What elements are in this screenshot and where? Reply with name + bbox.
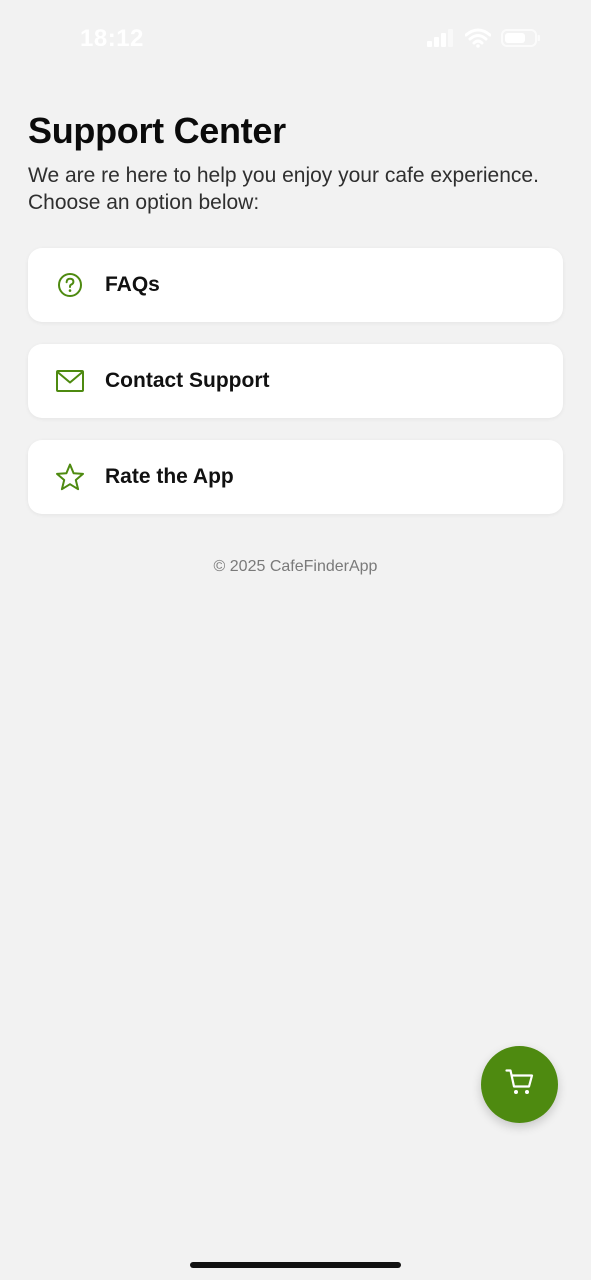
status-bar: 18:12 <box>0 0 591 80</box>
page-title: Support Center <box>28 110 286 151</box>
contact-support-label: Contact Support <box>105 369 270 392</box>
cart-button[interactable] <box>481 1046 558 1123</box>
page-subtitle: We are re here to help you enjoy your ca… <box>28 164 539 214</box>
battery-icon <box>501 28 541 48</box>
mail-icon <box>55 366 85 396</box>
status-time: 18:12 <box>80 25 144 52</box>
status-icons <box>427 28 541 48</box>
faqs-option[interactable]: FAQs <box>28 248 563 322</box>
help-circle-icon <box>55 270 85 300</box>
star-icon <box>55 462 85 492</box>
home-indicator <box>190 1262 401 1268</box>
rate-app-label: Rate the App <box>105 465 234 488</box>
contact-support-option[interactable]: Contact Support <box>28 344 563 418</box>
wifi-icon <box>465 28 491 48</box>
shopping-cart-icon <box>504 1068 535 1101</box>
cellular-signal-icon <box>427 29 455 47</box>
support-options-list: FAQs Contact Support Rate the App <box>28 248 563 536</box>
rate-app-option[interactable]: Rate the App <box>28 440 563 514</box>
footer-copyright: © 2025 CafeFinderApp <box>213 558 378 575</box>
faqs-label: FAQs <box>105 273 160 296</box>
